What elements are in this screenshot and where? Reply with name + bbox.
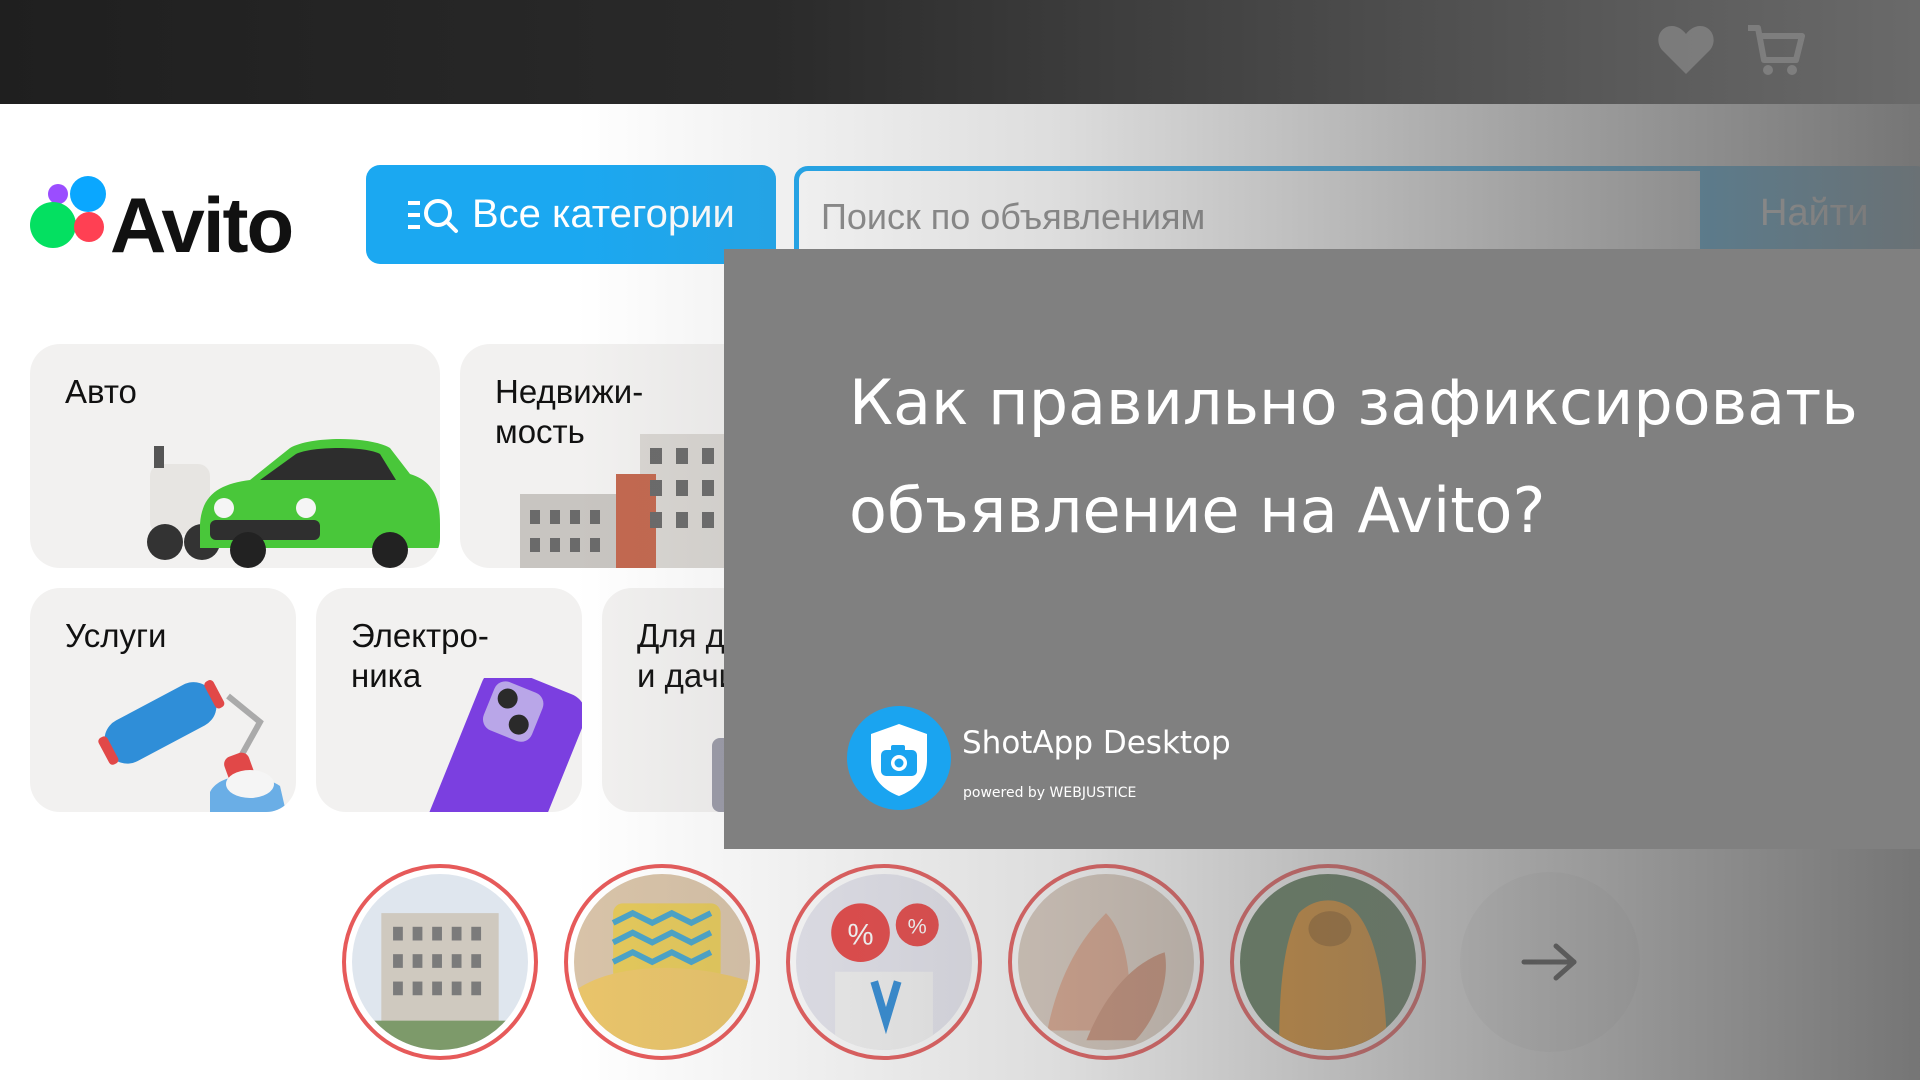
heart-icon[interactable] [1656, 22, 1716, 78]
all-categories-button[interactable]: Все категории [366, 165, 776, 264]
tile-auto[interactable]: Авто [30, 344, 440, 568]
list-search-icon [408, 198, 458, 233]
stories-next-button[interactable] [1460, 872, 1640, 1052]
cart-icon[interactable] [1746, 22, 1806, 78]
logo-text: Avito [110, 181, 294, 269]
logo-dot-red [74, 212, 104, 242]
story-cushions-image [574, 874, 750, 1050]
story-hands[interactable] [1008, 864, 1204, 1060]
brand-name: ShotApp Desktop [962, 725, 1231, 761]
arrow-right-icon [1521, 943, 1577, 981]
shotapp-logo-icon [847, 706, 951, 810]
logo-dot-purple [48, 184, 68, 204]
tile-services-label: Услуги [65, 617, 167, 654]
svg-text:%: % [908, 915, 927, 939]
story-building-image [352, 874, 528, 1050]
story-discounts-image: % % [796, 874, 972, 1050]
story-building[interactable] [342, 864, 538, 1060]
overlay-headline: Как правильно зафиксировать объявление н… [849, 366, 1858, 547]
all-categories-label: Все категории [472, 192, 735, 236]
story-cushions[interactable] [564, 864, 760, 1060]
story-raincoat-image [1240, 874, 1416, 1050]
story-hands-image [1018, 874, 1194, 1050]
tile-auto-label: Авто [65, 373, 137, 410]
logo-dot-green [30, 202, 76, 248]
logo-dot-blue [70, 176, 106, 212]
story-raincoat[interactable] [1230, 864, 1426, 1060]
brand-powered-by: powered by WEBJUSTICE [963, 785, 1137, 801]
svg-text:%: % [847, 918, 873, 951]
avito-logo[interactable]: Avito [30, 176, 310, 269]
smartphone-image [425, 678, 582, 812]
tile-electronics[interactable]: Электро- ника [316, 588, 582, 812]
tile-services[interactable]: Услуги [30, 588, 296, 812]
tile-realty[interactable]: Недвижи- мость [460, 344, 760, 568]
paint-roller-image [98, 680, 286, 812]
story-discounts[interactable]: % % [786, 864, 982, 1060]
top-bar [0, 0, 1920, 104]
promo-overlay: Как правильно зафиксировать объявление н… [724, 249, 1920, 849]
search-input[interactable] [819, 189, 1683, 245]
car-scooter-image [147, 439, 440, 568]
